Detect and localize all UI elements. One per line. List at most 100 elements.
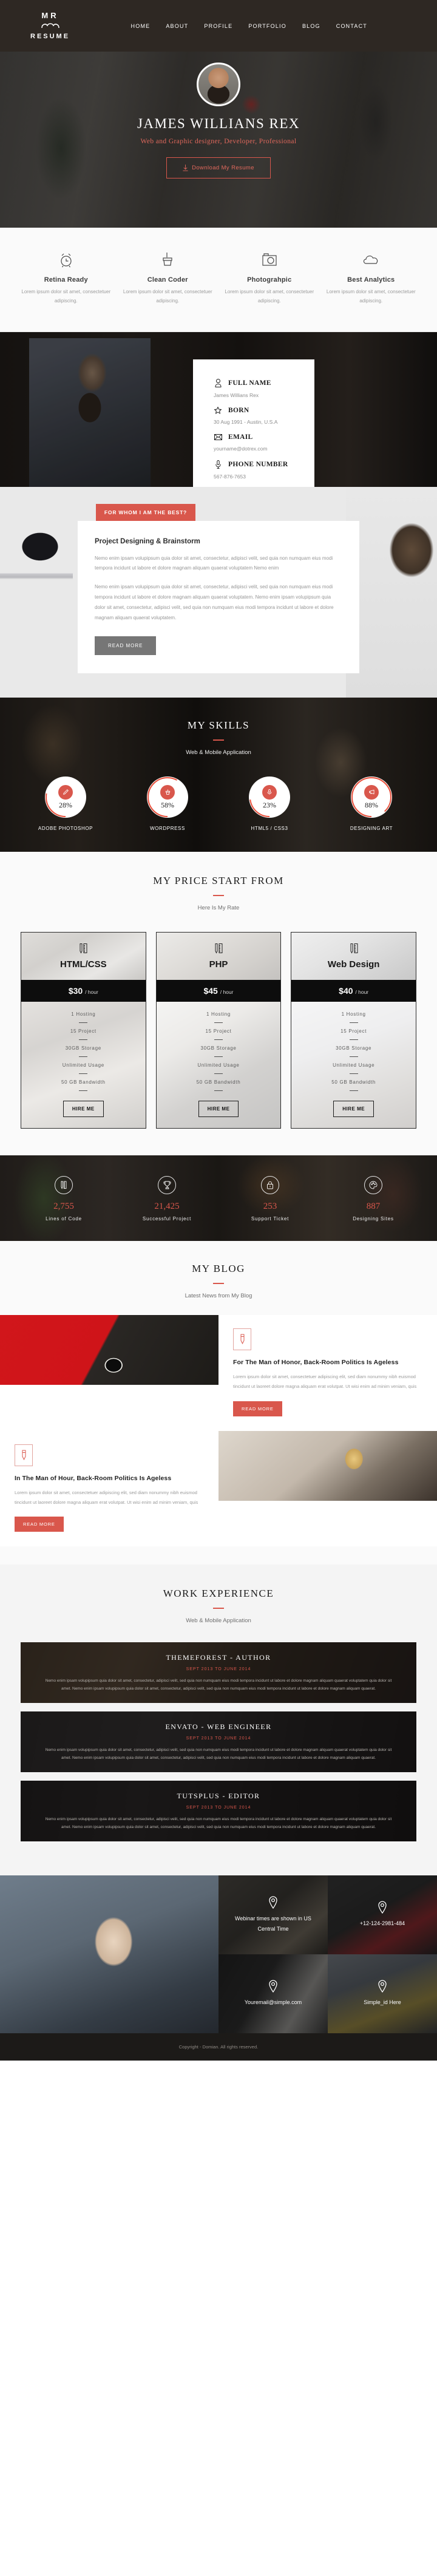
blog-read-more-button[interactable]: READ MORE — [233, 1401, 282, 1416]
hire-me-button[interactable]: HIRE ME — [333, 1101, 374, 1118]
profile-label: PHONE NUMBER — [228, 460, 288, 468]
plan-feature: 1 Hosting — [71, 1011, 96, 1018]
skills-title: MY SKILLS — [187, 719, 250, 732]
contact-section: Webinar times are shown in US Central Ti… — [0, 1875, 437, 2034]
hire-me-button[interactable]: HIRE ME — [198, 1101, 239, 1118]
plan-price: $30 — [68, 986, 83, 996]
pricing-section: MY PRICE START FROM Here Is My Rate HTML… — [0, 852, 437, 1156]
profile-label: FULL NAME — [228, 379, 271, 387]
map-pin-icon — [364, 1980, 401, 1993]
skill-progress-circle: 58% — [147, 777, 188, 818]
blog-post-title[interactable]: For The Man of Honor, Back-Room Politics… — [233, 1359, 422, 1366]
blog-post-title[interactable]: In The Man of Hour, Back-Room Politics I… — [15, 1475, 204, 1482]
contact-tile-timezone[interactable]: Webinar times are shown in US Central Ti… — [218, 1875, 328, 1955]
hero-tagline: Web and Graphic designer, Developer, Pro… — [140, 138, 297, 145]
nav-portfolio[interactable]: PORTFOLIO — [248, 23, 286, 29]
work-list: THEMEFOREST - AUTHOR SEPT 2013 TO JUNE 2… — [0, 1642, 437, 1842]
contact-portrait-image — [0, 1875, 218, 2034]
feature-text: Lorem ipsum dolor sit amet, consectetuer… — [21, 289, 111, 304]
plan-feature: 1 Hosting — [341, 1011, 366, 1018]
plan-price-unit: / hour — [355, 989, 369, 996]
avatar — [197, 63, 240, 106]
plan-feature: 50 GB Bandwidth — [331, 1079, 376, 1086]
hero-section: JAMES WILLIANS REX Web and Graphic desig… — [0, 52, 437, 228]
nav-blog[interactable]: BLOG — [302, 23, 320, 29]
contact-tile-text: +12-124-2981-484 — [359, 1920, 405, 1927]
star-icon — [214, 406, 222, 414]
section-rule — [213, 1283, 224, 1285]
user-icon — [214, 378, 222, 387]
work-description: Nemo enim ipsam volupipsum quia dolor si… — [45, 1747, 392, 1760]
feature-title: Photograhpic — [247, 276, 292, 284]
counters-grid: 2,755 Lines of Code 21,425 Successful Pr… — [0, 1176, 437, 1222]
counter-item: 21,425 Successful Project — [115, 1176, 218, 1222]
counter-item: 2,755 Lines of Code — [12, 1176, 115, 1222]
about-read-more-button[interactable]: READ MORE — [95, 636, 157, 656]
profile-label: BORN — [228, 406, 249, 414]
plan-price: $40 — [339, 986, 353, 996]
counter-number: 253 — [263, 1201, 277, 1212]
pricing-subtitle: Here Is My Rate — [197, 905, 240, 912]
copyright-text: Copyright - Domian. All rights reserved. — [178, 2044, 259, 2050]
pen-ruler-icon — [78, 943, 88, 957]
camera-icon — [222, 250, 317, 270]
skill-label: HTML5 / CSS3 — [251, 826, 288, 832]
skills-section: MY SKILLS Web & Mobile Application 28% A… — [0, 698, 437, 852]
download-resume-button[interactable]: Download My Resume — [166, 157, 271, 178]
nav-contact[interactable]: CONTACT — [336, 23, 367, 29]
pen-ruler-icon — [55, 1176, 73, 1195]
site-logo[interactable]: MR RESUME — [30, 12, 70, 40]
counter-item: 887 Designing Sites — [322, 1176, 425, 1222]
progress-ring — [249, 777, 290, 818]
about-section: FOR WHOM I AM THE BEST? Project Designin… — [0, 486, 437, 698]
pricing-card: Web Design $40 / hour 1 Hosting 15 Proje… — [291, 932, 416, 1129]
profile-section: FULL NAME James Willians Rex BORN 30 Aug… — [0, 331, 437, 487]
work-subtitle: Web & Mobile Application — [186, 1617, 251, 1625]
plan-feature: Unlimited Usage — [197, 1062, 240, 1069]
feature-text: Lorem ipsum dolor sit amet, consectetuer… — [326, 289, 416, 304]
plan-feature: 1 Hosting — [206, 1011, 231, 1018]
blog-post[interactable]: In The Man of Hour, Back-Room Politics I… — [0, 1430, 437, 1547]
feature-card: Best Analytics Lorem ipsum dolor sit ame… — [324, 250, 419, 306]
nav-profile[interactable]: PROFILE — [204, 23, 232, 29]
hire-me-button[interactable]: HIRE ME — [63, 1101, 104, 1118]
feature-title: Retina Ready — [44, 276, 88, 284]
section-rule — [213, 895, 224, 897]
work-company: TUTSPLUS - EDITOR — [177, 1791, 260, 1800]
progress-ring — [147, 777, 188, 818]
about-title: Project Designing & Brainstorm — [95, 537, 200, 545]
feature-card: Retina Ready Lorem ipsum dolor sit amet,… — [18, 250, 114, 306]
skill-label: ADOBE PHOTOSHOP — [38, 826, 93, 832]
contact-tile-skype[interactable]: Simple_id Here — [328, 1954, 437, 2034]
blog-thumbnail[interactable] — [0, 1315, 218, 1385]
counter-label: Support Ticket — [251, 1216, 290, 1222]
blog-thumbnail[interactable] — [218, 1430, 437, 1501]
counters-section: 2,755 Lines of Code 21,425 Successful Pr… — [0, 1155, 437, 1242]
envelope-icon — [214, 433, 222, 440]
blog-read-more-button[interactable]: READ MORE — [15, 1517, 64, 1532]
contact-tile-phone[interactable]: +12-124-2981-484 — [328, 1875, 437, 1955]
feature-title: Best Analytics — [347, 276, 395, 284]
profile-value: James Willians Rex — [214, 392, 259, 398]
work-experience-section: WORK EXPERIENCE Web & Mobile Application… — [0, 1565, 437, 1876]
plan-price-bar: $40 / hour — [291, 980, 416, 1002]
plan-feature: 30GB Storage — [200, 1045, 237, 1052]
plan-feature: 30GB Storage — [65, 1045, 101, 1052]
work-role-dates: SEPT 2013 TO JUNE 2014 — [186, 1736, 251, 1741]
profile-value: 30 Aug 1991 - Austin, U.S.A — [214, 418, 278, 425]
about-card: Project Designing & Brainstorm Nemo enim… — [78, 520, 359, 674]
blog-section: MY BLOG Latest News from My Blog For The… — [0, 1241, 437, 1565]
pricing-card: PHP $45 / hour 1 Hosting 15 Project 30GB… — [155, 932, 282, 1129]
blog-post[interactable]: For The Man of Honor, Back-Room Politics… — [0, 1315, 437, 1431]
blog-title: MY BLOG — [192, 1263, 245, 1275]
about-paragraph-2: Nemo enim ipsam volupipsum quia dolor si… — [95, 584, 334, 620]
blog-post-excerpt: Lorem ipsum dolor sit amet, consectetuer… — [233, 1374, 417, 1390]
nav-home[interactable]: HOME — [131, 23, 151, 29]
about-paragraph-1: Nemo enim ipsam volupipsum quia dolor si… — [95, 555, 333, 571]
contact-tile-email[interactable]: Youremail@simple.com — [218, 1954, 328, 2034]
nav-about[interactable]: ABOUT — [166, 23, 188, 29]
contact-tile-text: Youremail@simple.com — [244, 1999, 302, 2006]
profile-value: 567-876-7653 — [214, 473, 246, 480]
cloud-icon — [324, 250, 419, 270]
profile-row-full-name: FULL NAME James Willians Rex — [214, 378, 294, 398]
